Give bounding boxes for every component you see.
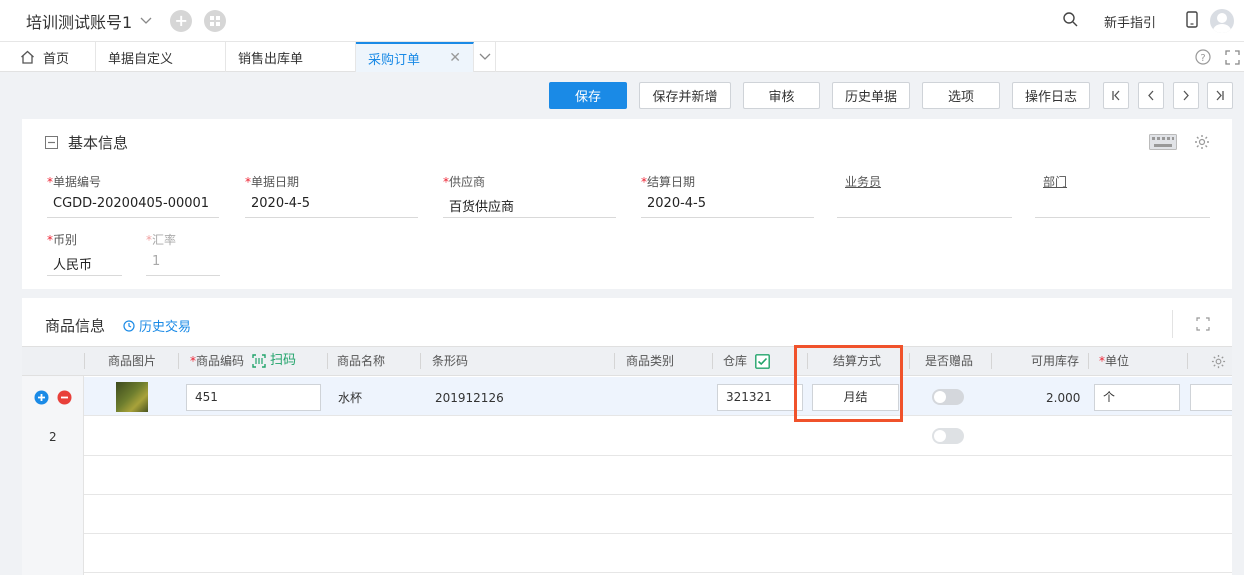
tab-label: 首页: [43, 51, 70, 67]
scan-button[interactable]: 扫码: [252, 347, 296, 375]
tab-label: 单据自定义: [108, 51, 174, 67]
gift-toggle[interactable]: [932, 389, 964, 405]
col-is-gift: 是否赠品: [925, 354, 974, 368]
unit-input[interactable]: 个: [1094, 384, 1180, 411]
col-warehouse: 仓库: [723, 347, 770, 375]
row-number: 2: [49, 430, 57, 444]
goods-table-header: 商品图片 *商品编码 扫码 商品名称 条形码 商品类别 仓库 结算方式 是否赠品…: [22, 346, 1232, 376]
column-settings-gear-icon[interactable]: [1211, 354, 1226, 369]
clock-icon: [123, 319, 135, 332]
col-available-stock: 可用库存: [1031, 354, 1080, 368]
col-category: 商品类别: [626, 354, 675, 368]
highlight-annotation: [794, 345, 903, 422]
tabs-more-dropdown[interactable]: [474, 42, 496, 72]
currency-value[interactable]: 人民币: [47, 254, 122, 276]
chevron-down-icon: [140, 14, 152, 28]
avatar[interactable]: [1210, 9, 1234, 33]
first-record-icon[interactable]: [1103, 82, 1129, 109]
save-button[interactable]: 保存: [549, 82, 627, 109]
doc-date-field[interactable]: *单据日期 2020-4-5: [245, 173, 418, 218]
basic-info-panel: 基本信息 *单据编号 CGDD-20200405-00001 *单据日期 202…: [22, 119, 1232, 289]
col-code: *商品编码: [190, 354, 245, 368]
operation-log-button[interactable]: 操作日志: [1012, 82, 1090, 109]
close-icon[interactable]: ✕: [449, 50, 461, 66]
account-name: 培训测试账号1: [26, 12, 133, 32]
tab-bar: 首页 单据自定义 销售出库单 采购订单 ✕ ?: [0, 42, 1244, 72]
table-row[interactable]: [22, 495, 1232, 534]
department-field[interactable]: 部门: [1035, 173, 1210, 218]
checkbox-checked-icon[interactable]: [755, 353, 770, 369]
col-image: 商品图片: [108, 354, 157, 368]
add-icon[interactable]: +: [170, 9, 193, 32]
history-docs-button[interactable]: 历史单据: [832, 82, 910, 109]
prev-record-icon[interactable]: [1138, 82, 1164, 109]
tab-doc-custom[interactable]: 单据自定义: [96, 42, 226, 72]
svg-text:?: ?: [1200, 53, 1205, 64]
table-row[interactable]: [22, 534, 1232, 573]
exchange-rate-value: 1: [146, 254, 220, 276]
next-record-icon[interactable]: [1173, 82, 1199, 109]
scan-icon: [252, 354, 266, 368]
history-trade-link[interactable]: 历史交易: [123, 316, 191, 335]
last-record-icon[interactable]: [1207, 82, 1233, 109]
save-and-new-button[interactable]: 保存并新增: [639, 82, 731, 109]
doc-number-value[interactable]: CGDD-20200405-00001: [47, 196, 219, 218]
col-name: 商品名称: [337, 354, 386, 368]
options-button[interactable]: 选项: [922, 82, 1000, 109]
expand-icon[interactable]: [1196, 317, 1210, 331]
audit-button[interactable]: 审核: [743, 82, 820, 109]
guide-link[interactable]: 新手指引: [1104, 12, 1156, 31]
fullscreen-icon[interactable]: [1225, 49, 1240, 65]
extra-input[interactable]: [1190, 384, 1232, 411]
remove-row-icon[interactable]: [57, 390, 72, 405]
mobile-icon[interactable]: [1186, 10, 1198, 32]
department-value[interactable]: [1035, 196, 1210, 218]
settings-gear-icon[interactable]: [1194, 134, 1210, 150]
warehouse-input[interactable]: 321321: [717, 384, 803, 411]
tab-home[interactable]: 首页: [0, 42, 96, 72]
supplier-value[interactable]: 百货供应商: [443, 196, 616, 218]
product-thumbnail[interactable]: [116, 382, 148, 412]
goods-info-title: 商品信息: [45, 317, 106, 335]
product-name: 水杯: [338, 391, 363, 405]
table-row[interactable]: [22, 456, 1232, 495]
currency-field[interactable]: *币别 人民币: [47, 231, 122, 276]
exchange-rate-field: *汇率 1: [146, 231, 220, 276]
keyboard-icon[interactable]: [1149, 134, 1177, 150]
basic-info-title: 基本信息: [68, 134, 129, 152]
gift-toggle[interactable]: [932, 428, 964, 444]
apps-grid-icon[interactable]: [204, 9, 227, 32]
account-switcher[interactable]: 培训测试账号1: [26, 9, 152, 33]
doc-date-value[interactable]: 2020-4-5: [245, 196, 418, 218]
goods-info-panel: 商品信息 历史交易 商品图片 *商品编码 扫码 商品名称 条形码 商品类别 仓库: [22, 298, 1232, 575]
salesman-value[interactable]: [837, 196, 1012, 218]
supplier-field[interactable]: *供应商 百货供应商: [443, 173, 616, 218]
col-unit: *单位: [1099, 354, 1130, 368]
product-barcode: 201912126: [435, 391, 504, 405]
tab-label: 销售出库单: [238, 51, 304, 67]
salesman-field[interactable]: 业务员: [837, 173, 1012, 218]
search-icon[interactable]: [1063, 11, 1078, 31]
doc-number-field[interactable]: *单据编号 CGDD-20200405-00001: [47, 173, 219, 218]
settle-date-field[interactable]: *结算日期 2020-4-5: [641, 173, 814, 218]
tab-label: 采购订单: [368, 52, 421, 68]
home-icon: [20, 50, 35, 64]
row-number-column: [22, 376, 84, 575]
settle-date-value[interactable]: 2020-4-5: [641, 196, 814, 218]
available-stock: 2.000: [1046, 391, 1081, 405]
col-barcode: 条形码: [432, 354, 469, 368]
top-bar: 培训测试账号1 + 新手指引: [0, 0, 1244, 42]
table-row[interactable]: [22, 417, 1232, 456]
help-icon[interactable]: ?: [1195, 49, 1211, 65]
collapse-icon[interactable]: [45, 136, 58, 149]
tab-purchase-order[interactable]: 采购订单 ✕: [356, 42, 474, 72]
tab-sales-outbound[interactable]: 销售出库单: [226, 42, 356, 72]
product-code-input[interactable]: 451: [186, 384, 321, 411]
add-row-icon[interactable]: [34, 390, 49, 405]
